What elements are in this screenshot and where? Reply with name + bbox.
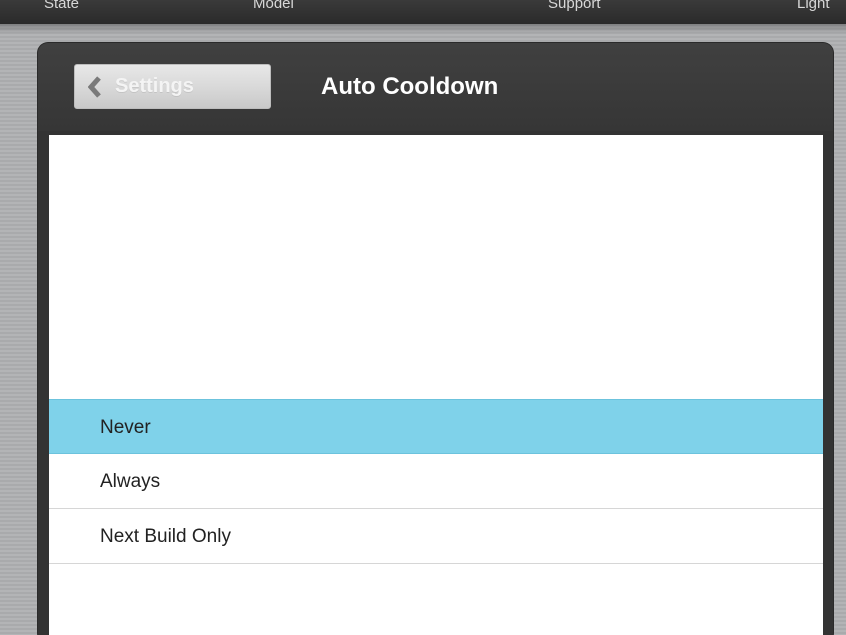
option-always[interactable]: Always <box>49 454 823 509</box>
tab-support[interactable]: Support <box>548 0 601 14</box>
tab-light[interactable]: Light <box>797 0 830 14</box>
option-label: Never <box>100 417 151 438</box>
top-tab-bar: State Model Support Light <box>0 0 846 24</box>
option-label: Always <box>100 471 161 492</box>
top-bar-shadow <box>0 24 846 34</box>
chevron-left-icon <box>75 64 115 109</box>
back-button[interactable]: Settings <box>74 64 271 109</box>
option-next-build-only[interactable]: Next Build Only <box>49 509 823 564</box>
tab-state[interactable]: State <box>44 0 79 14</box>
navigation-bar: Settings Auto Cooldown <box>38 43 833 131</box>
page-title: Auto Cooldown <box>321 73 499 100</box>
back-button-label: Settings <box>115 75 194 97</box>
option-list: Never Always Next Build Only <box>49 399 823 564</box>
option-never[interactable]: Never <box>49 399 823 454</box>
content-area: Never Always Next Build Only <box>49 135 823 635</box>
tab-model[interactable]: Model <box>253 0 294 14</box>
settings-panel: Settings Auto Cooldown Never Always Next… <box>38 43 833 635</box>
option-label: Next Build Only <box>100 526 231 547</box>
